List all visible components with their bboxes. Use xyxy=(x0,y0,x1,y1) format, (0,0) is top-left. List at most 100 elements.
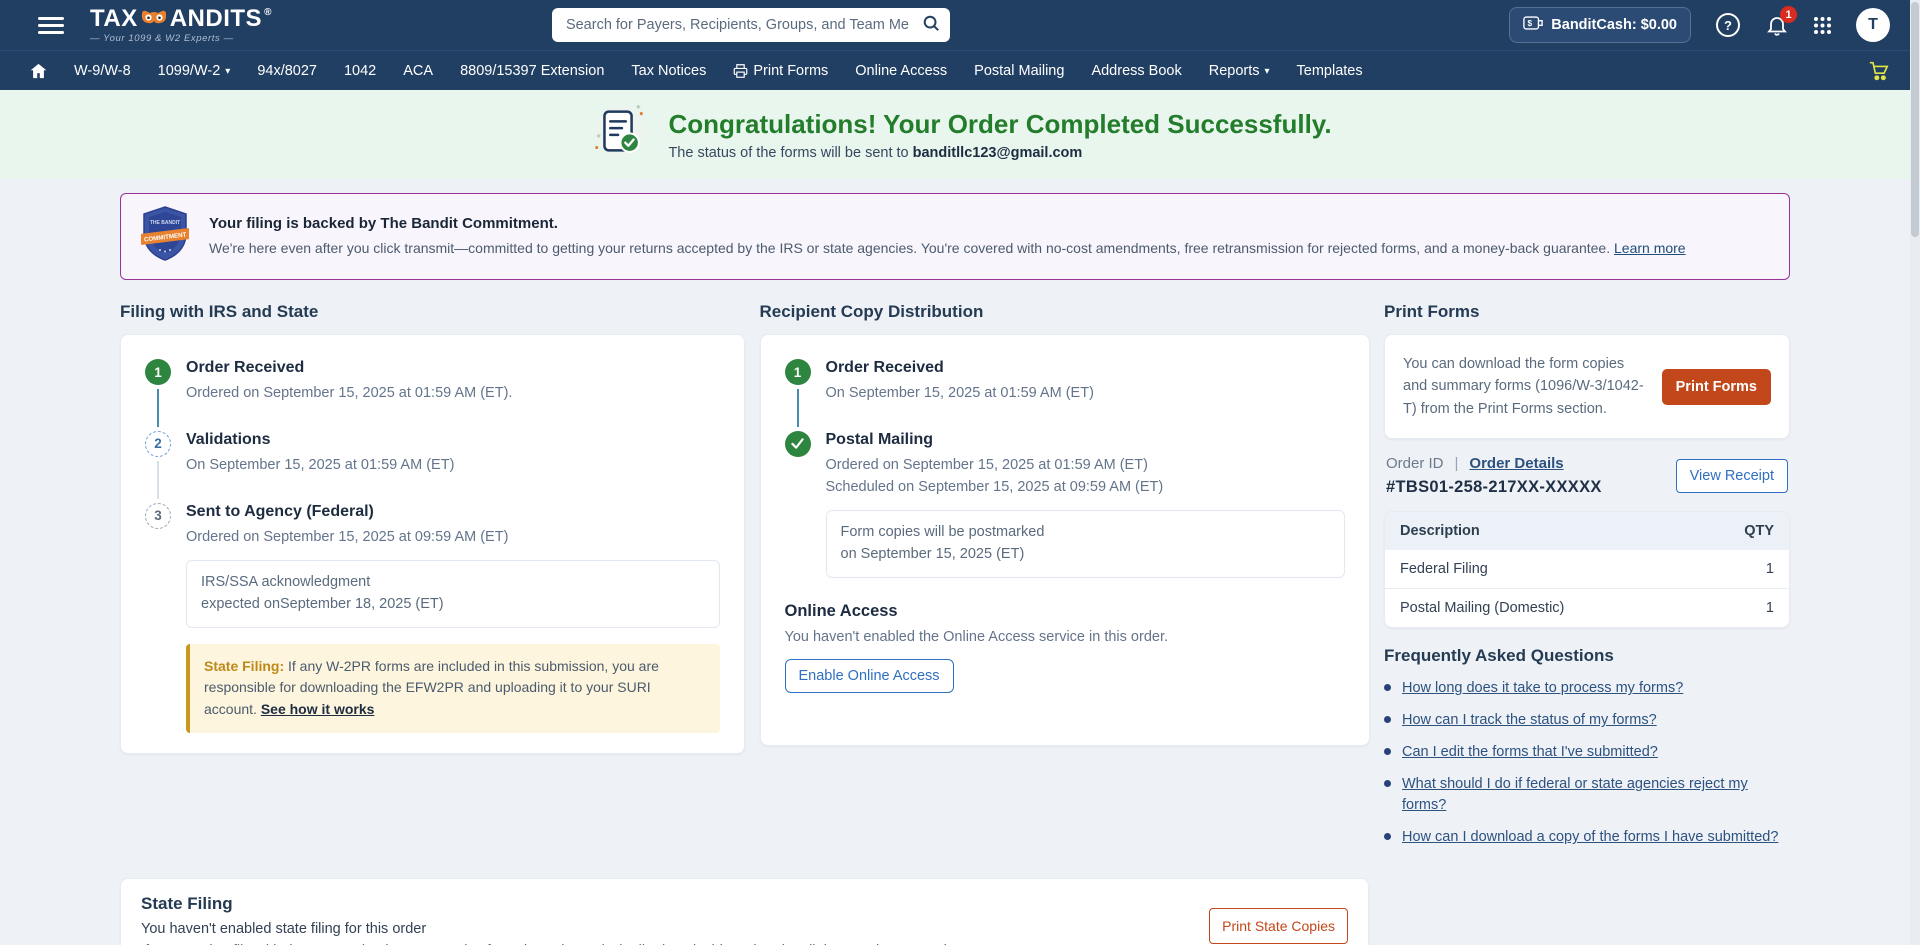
online-access-text: You haven't enabled the Online Access se… xyxy=(785,629,1345,645)
bullet-icon xyxy=(1384,748,1391,755)
svg-text:$: $ xyxy=(1528,19,1533,28)
order-summary-row: Order ID | Order Details #TBS01-258-217X… xyxy=(1386,455,1788,497)
success-subtitle: The status of the forms will be sent to … xyxy=(668,145,1331,161)
scrollbar-thumb[interactable] xyxy=(1911,2,1919,237)
nav-item-tax-notices[interactable]: Tax Notices xyxy=(631,63,706,79)
filing-step-validations: 2 Validations On September 15, 2025 at 0… xyxy=(145,431,720,503)
recipient-heading: Recipient Copy Distribution xyxy=(760,302,1370,322)
faq-link-track-status[interactable]: How can I track the status of my forms? xyxy=(1402,710,1657,731)
table-row: Postal Mailing (Domestic) 1 xyxy=(1385,589,1789,628)
list-item: How can I download a copy of the forms I… xyxy=(1384,827,1790,848)
hamburger-menu-icon[interactable] xyxy=(38,13,64,38)
list-item: How long does it take to process my form… xyxy=(1384,678,1790,699)
step-number-badge: 1 xyxy=(785,359,811,385)
chevron-down-icon: ▾ xyxy=(1265,66,1270,77)
print-forms-column: Print Forms You can download the form co… xyxy=(1384,302,1790,860)
bandit-commitment-box: THE BANDITCOMMITMENT Your filing is back… xyxy=(120,193,1790,280)
nav-item-94x8027[interactable]: 94x/8027 xyxy=(257,63,317,79)
help-button[interactable]: ? xyxy=(1715,12,1741,38)
nav-item-w9w8[interactable]: W-9/W-8 xyxy=(74,63,131,79)
success-title: Congratulations! Your Order Completed Su… xyxy=(668,109,1331,140)
apps-grid-button[interactable] xyxy=(1813,16,1832,35)
logo-registered-mark: ® xyxy=(264,8,272,18)
main-nav: W-9/W-8 1099/W-2▾ 94x/8027 1042 ACA 8809… xyxy=(0,50,1920,90)
state-filing-line1: You haven't enabled state filing for thi… xyxy=(141,921,1016,937)
faq-link-edit-forms[interactable]: Can I edit the forms that I've submitted… xyxy=(1402,742,1658,763)
nav-item-address-book[interactable]: Address Book xyxy=(1091,63,1181,79)
filing-irs-column: Filing with IRS and State 1 Order Receiv… xyxy=(120,302,745,860)
print-state-copies-button[interactable]: Print State Copies xyxy=(1209,908,1348,944)
online-access-section: Online Access You haven't enabled the On… xyxy=(785,602,1345,693)
home-icon xyxy=(30,63,47,79)
order-id-label: Order ID xyxy=(1386,455,1444,472)
notification-email: banditllc123@gmail.com xyxy=(913,145,1083,161)
faq-link-processing-time[interactable]: How long does it take to process my form… xyxy=(1402,678,1683,699)
wallet-icon: $ xyxy=(1523,15,1543,35)
nav-item-1042[interactable]: 1042 xyxy=(344,63,376,79)
logo-tagline: — Your 1099 & W2 Experts — xyxy=(90,34,272,44)
order-complete-document-icon xyxy=(588,101,650,168)
nav-item-reports[interactable]: Reports▾ xyxy=(1209,63,1270,79)
taxbandits-logo[interactable]: TAX ANDITS ® — Your 1099 & W2 Experts — xyxy=(90,7,272,44)
vertical-scrollbar[interactable] xyxy=(1910,0,1920,945)
col-description: Description xyxy=(1385,512,1694,550)
order-items-table: Description QTY Federal Filing 1 Postal … xyxy=(1385,512,1789,627)
state-filing-heading: State Filing xyxy=(141,894,1016,914)
view-receipt-button[interactable]: View Receipt xyxy=(1676,459,1788,493)
notifications-button[interactable]: 1 xyxy=(1765,13,1789,37)
nav-item-postal-mailing[interactable]: Postal Mailing xyxy=(974,63,1064,79)
filing-timeline-card: 1 Order Received Ordered on September 15… xyxy=(120,334,745,754)
cart-button[interactable] xyxy=(1868,60,1890,81)
nav-item-aca[interactable]: ACA xyxy=(403,63,433,79)
banditcash-button[interactable]: $ BanditCash: $0.00 xyxy=(1509,7,1691,43)
nav-item-online-access[interactable]: Online Access xyxy=(855,63,947,79)
col-qty: QTY xyxy=(1694,512,1789,550)
filing-heading: Filing with IRS and State xyxy=(120,302,745,322)
step-number-badge: 2 xyxy=(145,431,171,457)
search-icon[interactable] xyxy=(922,14,940,37)
svg-text:THE BANDIT: THE BANDIT xyxy=(150,220,180,226)
order-details-link[interactable]: Order Details xyxy=(1469,455,1563,472)
online-access-heading: Online Access xyxy=(785,602,1345,621)
printer-icon xyxy=(733,64,748,78)
faq-link-download-copy[interactable]: How can I download a copy of the forms I… xyxy=(1402,827,1778,848)
nav-item-home[interactable] xyxy=(30,63,47,79)
main-content: THE BANDITCOMMITMENT Your filing is back… xyxy=(0,179,1920,945)
banditcash-label: BanditCash: $0.00 xyxy=(1551,17,1677,33)
bullet-icon xyxy=(1384,716,1391,723)
top-header: TAX ANDITS ® — Your 1099 & W2 Experts — … xyxy=(0,0,1920,50)
bandit-mask-icon xyxy=(139,7,169,31)
nav-item-print-forms[interactable]: Print Forms xyxy=(733,63,828,79)
help-icon: ? xyxy=(1715,12,1741,38)
faq-link-rejected-forms[interactable]: What should I do if federal or state age… xyxy=(1402,774,1790,816)
filing-step-sent-to-agency: 3 Sent to Agency (Federal) Ordered on Se… xyxy=(145,503,720,733)
bullet-icon xyxy=(1384,780,1391,787)
logo-text-tax: TAX xyxy=(90,7,138,31)
enable-online-access-button[interactable]: Enable Online Access xyxy=(785,659,954,693)
commitment-shield-icon: THE BANDITCOMMITMENT xyxy=(141,206,189,267)
filing-step-order-received: 1 Order Received Ordered on September 15… xyxy=(145,359,720,431)
see-how-it-works-link[interactable]: See how it works xyxy=(261,701,375,717)
nav-item-extension[interactable]: 8809/15397 Extension xyxy=(460,63,604,79)
postmark-note: Form copies will be postmarked on Septem… xyxy=(826,510,1345,578)
global-search[interactable] xyxy=(552,8,950,42)
nav-item-templates[interactable]: Templates xyxy=(1297,63,1363,79)
recipient-timeline-card: 1 Order Received On September 15, 2025 a… xyxy=(760,334,1370,746)
search-input[interactable] xyxy=(566,17,922,33)
commitment-body: We're here even after you click transmit… xyxy=(209,238,1686,258)
order-success-banner: Congratulations! Your Order Completed Su… xyxy=(0,90,1920,179)
order-items-table-card: Description QTY Federal Filing 1 Postal … xyxy=(1384,511,1790,628)
learn-more-link[interactable]: Learn more xyxy=(1614,240,1686,256)
state-filing-card: State Filing You haven't enabled state f… xyxy=(120,878,1369,945)
svg-text:?: ? xyxy=(1724,18,1732,33)
list-item: How can I track the status of my forms? xyxy=(1384,710,1790,731)
notification-badge: 1 xyxy=(1780,6,1797,23)
nav-item-1099w2[interactable]: 1099/W-2▾ xyxy=(158,63,231,79)
user-avatar[interactable]: T xyxy=(1856,8,1890,42)
faq-heading: Frequently Asked Questions xyxy=(1384,646,1790,666)
print-forms-button[interactable]: Print Forms xyxy=(1662,369,1771,405)
state-filing-note: State Filing: If any W-2PR forms are inc… xyxy=(186,644,720,733)
step-number-badge: 3 xyxy=(145,503,171,529)
chevron-down-icon: ▾ xyxy=(225,66,230,77)
list-item: What should I do if federal or state age… xyxy=(1384,774,1790,816)
